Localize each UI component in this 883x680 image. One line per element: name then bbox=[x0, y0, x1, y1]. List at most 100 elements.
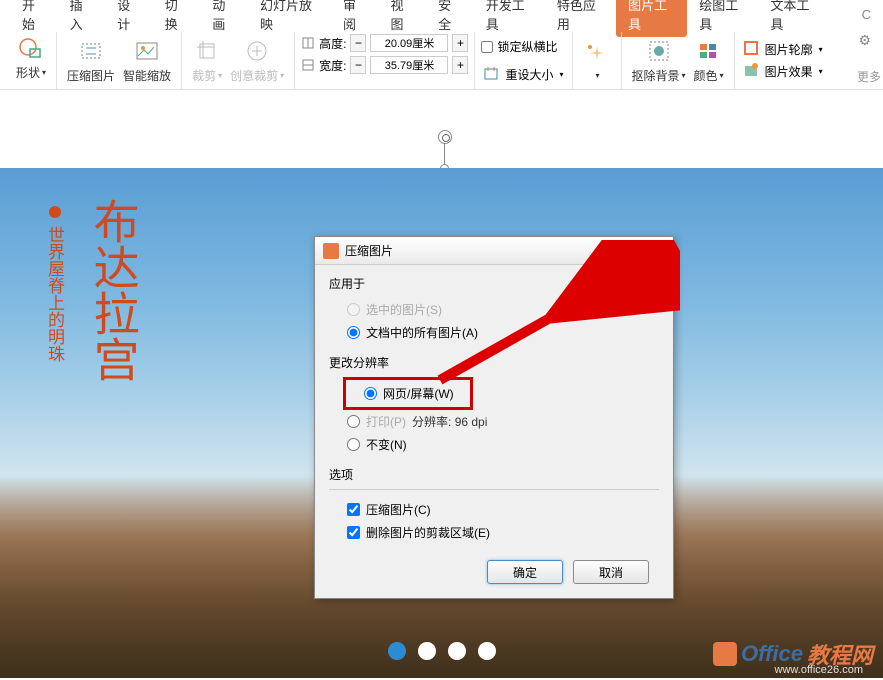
reset-size-label: 重设大小 bbox=[505, 66, 553, 83]
dialog-buttons: 确定 取消 bbox=[329, 554, 659, 584]
title-block: 世界屋脊上的明珠 布达拉宫 bbox=[42, 198, 138, 382]
opt-delcrop-check[interactable]: 删除图片的剪裁区域(E) bbox=[329, 521, 659, 544]
opt-compress-check[interactable]: 压缩图片(C) bbox=[329, 498, 659, 521]
opt-all-label: 文档中的所有图片(A) bbox=[366, 324, 478, 341]
pager-dot-2[interactable] bbox=[418, 642, 436, 660]
pic-outline-label: 图片轮廓 bbox=[765, 41, 813, 58]
creative-crop-button[interactable]: 创意裁剪▾ bbox=[226, 35, 288, 86]
height-row: 高度: − + bbox=[301, 34, 468, 52]
pager-dot-4[interactable] bbox=[478, 642, 496, 660]
ribbon-tabs: 开始 插入 设计 切换 动画 幻灯片放映 审阅 视图 安全 开发工具 特色应用 … bbox=[0, 0, 883, 28]
pic-effect-button[interactable]: 图片效果 ▾ bbox=[741, 60, 825, 82]
group-size: 高度: − + 宽度: − + bbox=[295, 32, 475, 89]
highlight-box: 网页/屏幕(W) bbox=[343, 377, 473, 410]
height-plus-button[interactable]: + bbox=[452, 34, 468, 52]
chevron-down-icon: ▾ bbox=[42, 68, 46, 77]
crop-icon bbox=[193, 37, 221, 65]
compress-icon bbox=[77, 37, 105, 65]
smartscale-button[interactable]: 智能缩放 bbox=[119, 35, 175, 86]
chevron-down-icon: ▾ bbox=[819, 67, 823, 76]
ok-button[interactable]: 确定 bbox=[487, 560, 563, 584]
opt-nochange[interactable]: 不变(N) bbox=[329, 433, 659, 456]
rotate-handle[interactable] bbox=[438, 130, 452, 144]
remove-bg-button[interactable]: 抠除背景▾ bbox=[628, 35, 690, 86]
width-label: 宽度: bbox=[319, 57, 346, 74]
dialog-titlebar[interactable]: 压缩图片 ✕ bbox=[315, 237, 673, 265]
height-input[interactable] bbox=[370, 34, 448, 52]
width-minus-button[interactable]: − bbox=[350, 56, 366, 74]
opt-nochange-label: 不变(N) bbox=[366, 436, 407, 453]
color-icon bbox=[695, 37, 723, 65]
group-lock: 锁定纵横比 重设大小▾ bbox=[475, 32, 572, 89]
chevron-down-icon: ▾ bbox=[720, 71, 724, 80]
adjust-button[interactable]: ▾ bbox=[579, 39, 615, 82]
group-bg: 抠除背景▾ 颜色▾ bbox=[622, 32, 735, 89]
pic-effect-label: 图片效果 bbox=[765, 63, 813, 80]
opt-delcrop-label: 删除图片的剪裁区域(E) bbox=[366, 524, 490, 541]
effect-icon bbox=[743, 62, 761, 80]
height-minus-button[interactable]: − bbox=[350, 34, 366, 52]
logo-icon bbox=[713, 642, 737, 666]
opt-web[interactable]: 网页/屏幕(W) bbox=[360, 382, 454, 405]
pic-outline-button[interactable]: 图片轮廓 ▾ bbox=[741, 38, 825, 60]
change-res-label: 更改分辨率 bbox=[329, 354, 659, 371]
width-plus-button[interactable]: + bbox=[452, 56, 468, 74]
opt-selected-label: 选中的图片(S) bbox=[366, 301, 442, 318]
compress-label: 压缩图片 bbox=[67, 67, 115, 84]
shape-label: 形状 bbox=[16, 64, 40, 81]
cancel-button[interactable]: 取消 bbox=[573, 560, 649, 584]
smartscale-icon bbox=[133, 37, 161, 65]
outline-icon bbox=[743, 40, 761, 58]
sparkle-icon bbox=[583, 41, 611, 69]
pager-dot-3[interactable] bbox=[448, 642, 466, 660]
color-button[interactable]: 颜色▾ bbox=[690, 35, 728, 86]
group-compress: 压缩图片 智能缩放 bbox=[57, 32, 182, 89]
chevron-down-icon: ▾ bbox=[595, 71, 599, 80]
logo-url: www.office26.com bbox=[775, 664, 863, 676]
remove-bg-label: 抠除背景 bbox=[632, 67, 680, 84]
creative-crop-label: 创意裁剪 bbox=[230, 67, 278, 84]
chevron-down-icon: ▾ bbox=[819, 45, 823, 54]
watermark: Office教程网 www.office26.com bbox=[713, 638, 873, 670]
res-value: 96 dpi bbox=[455, 415, 488, 429]
width-input[interactable] bbox=[370, 56, 448, 74]
reset-size-button[interactable]: 重设大小▾ bbox=[481, 63, 565, 85]
options-label: 选项 bbox=[329, 466, 659, 483]
dialog-body: 应用于 选中的图片(S) 文档中的所有图片(A) 更改分辨率 网页/屏幕(W) … bbox=[315, 265, 673, 598]
opt-all-pics[interactable]: 文档中的所有图片(A) bbox=[329, 321, 659, 344]
pager-dot-1[interactable] bbox=[388, 642, 406, 660]
chevron-down-icon: ▾ bbox=[280, 71, 284, 80]
lock-ratio-label: 锁定纵横比 bbox=[497, 38, 557, 55]
sub-title: 世界屋脊上的明珠 bbox=[42, 226, 67, 362]
res-label: 分辨率: bbox=[412, 415, 451, 429]
more-label: 更多 bbox=[857, 68, 881, 85]
creative-crop-icon bbox=[243, 37, 271, 65]
group-adjust: ▾ bbox=[573, 32, 622, 89]
height-label: 高度: bbox=[319, 35, 346, 52]
compress-dialog: 压缩图片 ✕ 应用于 选中的图片(S) 文档中的所有图片(A) 更改分辨率 网页… bbox=[314, 236, 674, 599]
crop-button[interactable]: 裁剪▾ bbox=[188, 35, 226, 86]
group-effects: 图片轮廓 ▾ 图片效果 ▾ bbox=[735, 32, 831, 89]
color-label: 颜色 bbox=[694, 67, 718, 84]
crop-label: 裁剪 bbox=[192, 67, 216, 84]
height-icon bbox=[301, 36, 315, 50]
shape-icon bbox=[17, 34, 45, 62]
divider bbox=[329, 489, 659, 490]
smartscale-label: 智能缩放 bbox=[123, 67, 171, 84]
compress-button[interactable]: 压缩图片 bbox=[63, 35, 119, 86]
lock-ratio-checkbox[interactable]: 锁定纵横比 bbox=[481, 38, 557, 55]
group-crop: 裁剪▾ 创意裁剪▾ bbox=[182, 32, 295, 89]
bullet-icon bbox=[49, 206, 61, 218]
rotate-line bbox=[444, 144, 445, 166]
remove-bg-icon bbox=[645, 37, 673, 65]
chevron-down-icon: ▾ bbox=[218, 71, 222, 80]
tab-extra[interactable]: C bbox=[850, 3, 883, 26]
opt-print[interactable]: 打印(P) 分辨率: 96 dpi bbox=[329, 410, 659, 433]
close-button[interactable]: ✕ bbox=[627, 241, 669, 261]
opt-print-label: 打印(P) bbox=[366, 413, 406, 430]
opt-selected-pic: 选中的图片(S) bbox=[329, 298, 659, 321]
group-shape: 形状▾ bbox=[6, 32, 57, 89]
main-title: 布达拉宫 bbox=[87, 198, 138, 382]
shape-button[interactable]: 形状▾ bbox=[12, 32, 50, 83]
app-icon bbox=[323, 243, 339, 259]
